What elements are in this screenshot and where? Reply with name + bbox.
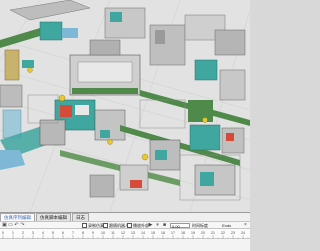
ruler-tick-label: 21 <box>211 231 215 235</box>
checkbox-box <box>82 223 87 229</box>
play-icon[interactable]: ▶ <box>148 223 153 228</box>
ruler-tick-label: 20 <box>201 231 205 235</box>
ruler-tick-label: 7 <box>72 231 74 235</box>
ruler-tick-label: 9 <box>92 231 94 235</box>
ruler-tick-label: 0 <box>2 231 4 235</box>
ruler-ticks: 0 1 2 3 4 5 6 7 8 9 10 11 12 13 14 15 16 17 18 19 20 21 22 23 24 <box>2 231 249 239</box>
undo-icon[interactable]: ↶ <box>14 223 19 228</box>
save-icon[interactable]: ▣ <box>2 223 7 228</box>
record-simulation-checkbox[interactable]: 录制仿真 <box>82 223 104 229</box>
ruler-tick-label: 12 <box>121 231 125 235</box>
ruler-tick-label: 15 <box>151 231 155 235</box>
redo-icon[interactable]: ↷ <box>20 223 25 228</box>
time-scale-label: 时间标度 <box>192 223 208 228</box>
close-icon[interactable]: × <box>243 223 248 228</box>
follow-robot-label: 跟随机器人 <box>109 223 129 228</box>
3d-viewport[interactable] <box>0 0 250 212</box>
ruler-tick-label: 3 <box>32 231 34 235</box>
ruler-tick-label: 11 <box>111 231 115 235</box>
ruler-tick-label: 13 <box>131 231 135 235</box>
checkbox-box <box>103 223 108 229</box>
ruler-icon[interactable]: ▭ <box>8 223 13 228</box>
ruler-tick-label: 8 <box>82 231 84 235</box>
panel-tabs: 仿真序列编辑 仿真脚本编辑 日志 <box>0 213 90 221</box>
ruler-tick-label: 24 <box>241 231 245 235</box>
time-input[interactable]: 0.00 <box>170 223 190 229</box>
timeline-track[interactable] <box>0 239 250 251</box>
pause-icon[interactable]: ⏸ <box>155 223 160 228</box>
ruler-tick-label: 1 <box>12 231 14 235</box>
ruler-tick-label: 5 <box>52 231 54 235</box>
ruler-tick-label: 2 <box>22 231 24 235</box>
ruler-tick-label: 6 <box>62 231 64 235</box>
play-external-label: 播放外部 <box>133 223 149 228</box>
ruler-tick-label: 23 <box>231 231 235 235</box>
ruler-tick-label: 14 <box>141 231 145 235</box>
play-external-checkbox[interactable]: 播放外部 <box>127 223 149 229</box>
ruler-tick-label: 19 <box>191 231 195 235</box>
ruler-tick-label: 10 <box>101 231 105 235</box>
ruler-tick-label: 4 <box>42 231 44 235</box>
tab-script-edit[interactable]: 仿真脚本编辑 <box>36 213 71 221</box>
ruler-tick-label: 17 <box>171 231 175 235</box>
record-simulation-label: 录制仿真 <box>88 223 104 228</box>
stop-icon[interactable]: ■ <box>162 223 167 228</box>
factory-scene[interactable] <box>0 0 250 212</box>
tab-sequence-edit[interactable]: 仿真序列编辑 <box>0 213 35 221</box>
simulation-panel: 仿真序列编辑 仿真脚本编辑 日志 ▣ ▭ ↶ ↷ 录制仿真 跟随机器人 播放外部… <box>0 212 250 251</box>
timeline-ruler[interactable]: 0 1 2 3 4 5 6 7 8 9 10 11 12 13 14 15 16 17 18 19 20 21 22 23 24 <box>0 229 250 239</box>
tab-log[interactable]: 日志 <box>72 213 89 221</box>
checkbox-box <box>127 223 132 229</box>
follow-robot-checkbox[interactable]: 跟随机器人 <box>103 223 129 229</box>
ruler-tick-label: 16 <box>161 231 165 235</box>
simulation-toolbar: ▣ ▭ ↶ ↷ 录制仿真 跟随机器人 播放外部 ▶ ⏸ ■ 0.00 时间标度 … <box>0 221 250 229</box>
ruler-tick-label: 22 <box>221 231 225 235</box>
ruler-tick-label: 18 <box>181 231 185 235</box>
ends-label: Ends <box>222 223 232 228</box>
